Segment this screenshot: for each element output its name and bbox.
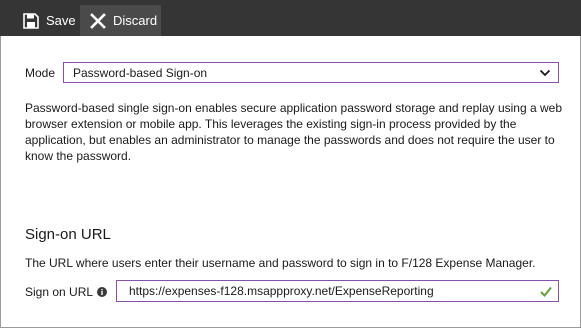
discard-label: Discard	[113, 13, 158, 28]
sign-on-url-input[interactable]: https://expenses-f128.msappproxy.net/Exp…	[116, 280, 559, 302]
mode-selected-value: Password-based Sign-on	[73, 65, 208, 80]
mode-dropdown[interactable]: Password-based Sign-on	[63, 62, 559, 83]
close-icon	[90, 12, 106, 29]
discard-button[interactable]: Discard	[80, 5, 161, 36]
save-icon	[23, 12, 39, 29]
command-bar: Save Discard	[0, 0, 581, 36]
checkmark-icon	[540, 286, 552, 297]
section-title: Sign-on URL	[25, 226, 111, 243]
save-button[interactable]: Save	[7, 5, 80, 36]
mode-label: Mode	[25, 66, 56, 80]
sign-on-url-label-text: Sign on URL	[25, 285, 94, 299]
blade-frame	[0, 0, 581, 328]
sign-on-url-value: https://expenses-f128.msappproxy.net/Exp…	[129, 284, 434, 298]
chevron-down-icon	[539, 67, 551, 79]
info-icon[interactable]	[97, 287, 108, 297]
sign-on-url-label: Sign on URL	[25, 285, 108, 299]
save-label: Save	[46, 13, 76, 28]
mode-description: Password-based single sign-on enables se…	[25, 101, 562, 163]
section-description: The URL where users enter their username…	[25, 256, 536, 270]
